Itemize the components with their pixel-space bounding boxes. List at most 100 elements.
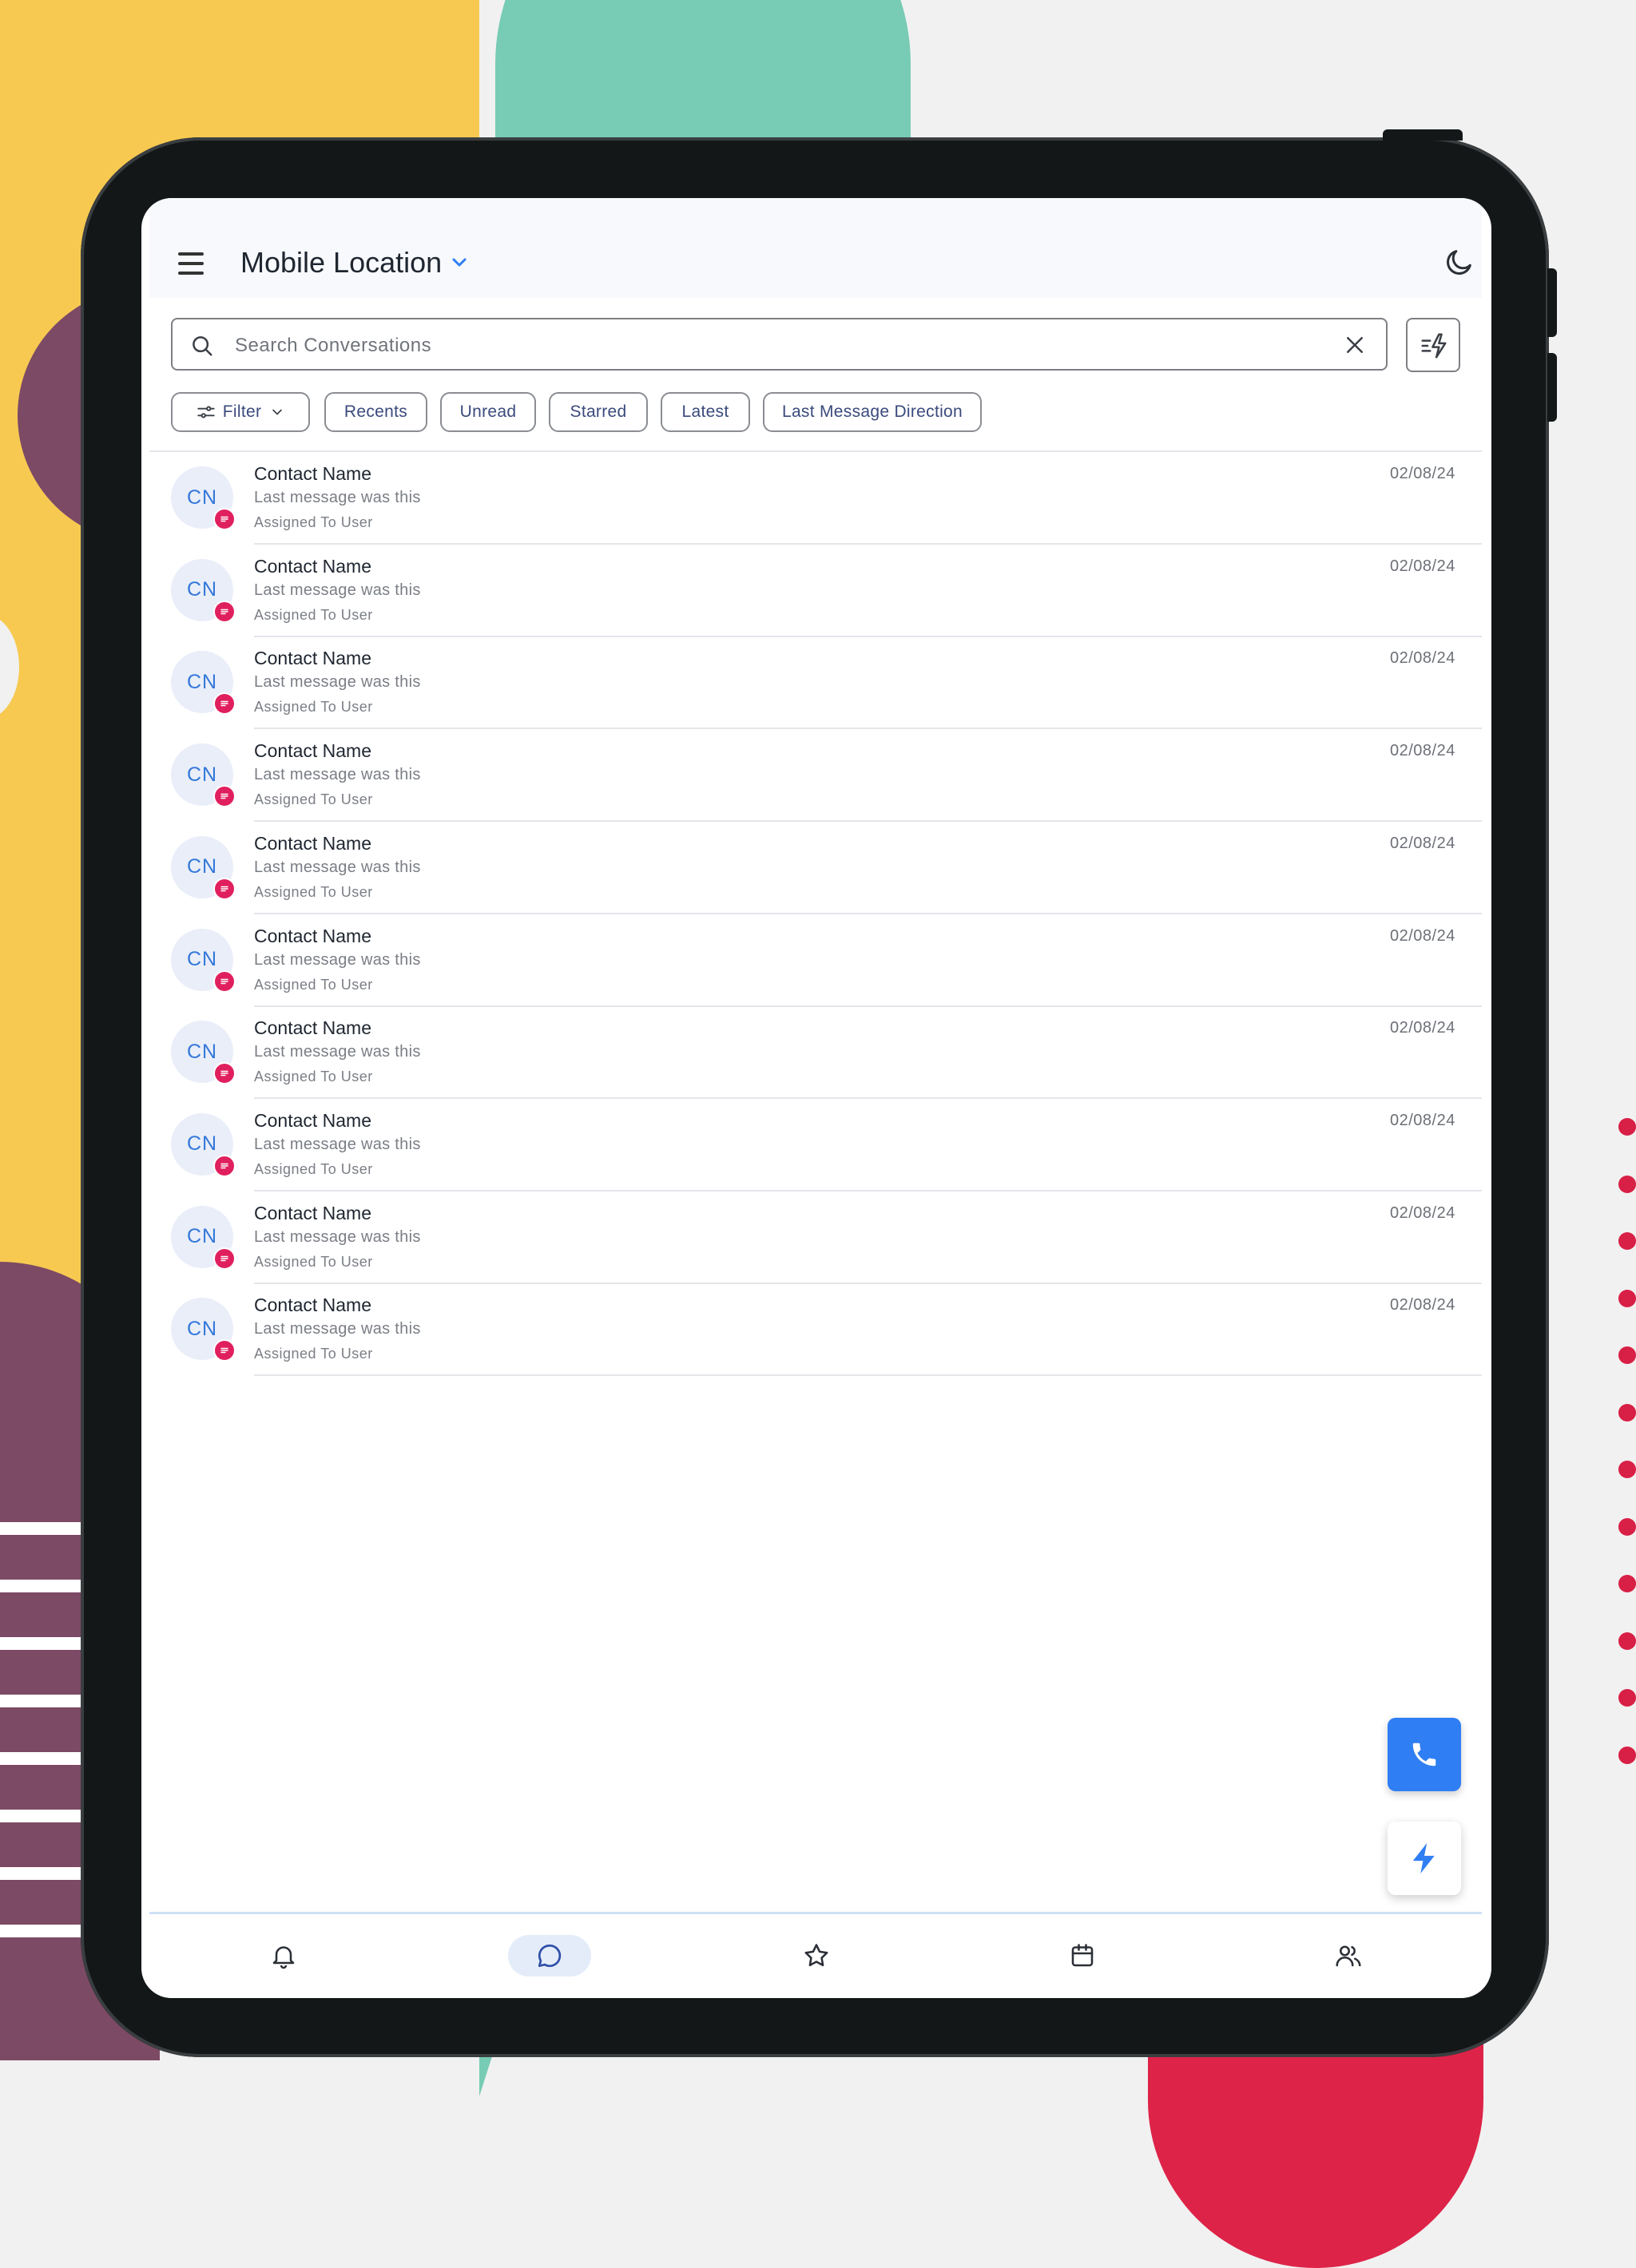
message-icon xyxy=(213,1247,236,1270)
chat-icon xyxy=(538,1944,562,1968)
quick-actions-button[interactable] xyxy=(1406,318,1460,372)
conversation-row[interactable]: CN Contact Name Last message was this Assig… xyxy=(141,729,1491,823)
background-dot xyxy=(1618,1118,1636,1136)
close-icon[interactable] xyxy=(1343,333,1367,357)
conversation-row[interactable]: CN Contact Name Last message was this Assig… xyxy=(141,1191,1491,1284)
conversation-row[interactable]: CN Contact Name Last message was this Assig… xyxy=(141,636,1491,730)
app-screen: Mobile Location Search Conversations Fil… xyxy=(141,198,1491,1998)
message-date: 02/08/24 xyxy=(1390,1203,1455,1222)
background-dot xyxy=(1618,1746,1636,1764)
chevron-down-icon xyxy=(272,409,283,415)
assigned-user: Assigned To User xyxy=(254,883,373,900)
assigned-user: Assigned To User xyxy=(254,1346,373,1362)
chip-starred[interactable]: Starred xyxy=(549,392,648,432)
nav-starred[interactable] xyxy=(775,1935,858,1977)
conversation-row[interactable]: CN Contact Name Last message was this Assig… xyxy=(141,914,1491,1007)
calendar-icon xyxy=(1071,1944,1094,1967)
star-icon xyxy=(804,1944,828,1967)
message-date: 02/08/24 xyxy=(1390,465,1455,482)
last-message: Last message was this xyxy=(254,1135,421,1153)
last-message: Last message was this xyxy=(254,581,421,599)
contact-name: Contact Name xyxy=(254,1202,372,1223)
contact-name: Contact Name xyxy=(254,925,372,946)
contact-name: Contact Name xyxy=(254,555,372,577)
message-date: 02/08/24 xyxy=(1390,649,1455,668)
assigned-user: Assigned To User xyxy=(254,791,373,808)
background-dot xyxy=(1618,1689,1636,1707)
nav-contacts[interactable] xyxy=(1307,1935,1390,1977)
chip-last-message-direction[interactable]: Last Message Direction xyxy=(763,392,982,432)
background-dot xyxy=(1618,1289,1636,1307)
assigned-user: Assigned To User xyxy=(254,976,373,993)
filter-button[interactable]: Filter xyxy=(171,392,310,432)
chip-unread[interactable]: Unread xyxy=(440,392,536,432)
message-icon xyxy=(213,692,236,716)
conversation-row[interactable]: CN Contact Name Last message was this Assig… xyxy=(141,822,1491,914)
assigned-user: Assigned To User xyxy=(254,1069,373,1085)
chip-latest[interactable]: Latest xyxy=(661,392,750,432)
bolt-icon xyxy=(1412,1843,1435,1873)
sliders-icon xyxy=(197,406,215,418)
conversation-row[interactable]: CN Contact Name Last message was this Assig… xyxy=(141,1283,1491,1377)
background-red-shape xyxy=(1148,2028,1483,2268)
tablet-top-button xyxy=(1383,129,1463,141)
message-date: 02/08/24 xyxy=(1390,1019,1455,1037)
contact-name: Contact Name xyxy=(254,648,372,669)
conversation-row[interactable]: CN Contact Name Last message was this Assig… xyxy=(141,452,1491,545)
users-icon xyxy=(1336,1945,1361,1967)
search-input[interactable] xyxy=(233,327,1307,364)
background-dots xyxy=(1618,1118,1636,1773)
message-icon xyxy=(213,1062,236,1085)
message-icon xyxy=(213,969,236,993)
message-icon xyxy=(213,508,236,530)
assigned-user: Assigned To User xyxy=(254,699,373,716)
moon-icon[interactable] xyxy=(1443,246,1475,278)
background-dot xyxy=(1618,1517,1636,1536)
message-icon xyxy=(213,877,236,900)
last-message: Last message was this xyxy=(254,1043,421,1061)
app-header: Mobile Location xyxy=(149,198,1482,298)
contact-name: Contact Name xyxy=(254,1295,372,1316)
contact-name: Contact Name xyxy=(254,832,372,854)
quick-action-button[interactable] xyxy=(1388,1822,1461,1895)
last-message: Last message was this xyxy=(254,673,421,692)
page-title: Mobile Location xyxy=(240,246,443,279)
nav-divider xyxy=(149,1912,1482,1914)
nav-calendar[interactable] xyxy=(1041,1935,1124,1977)
tablet-volume-down-button xyxy=(1547,353,1557,422)
message-icon xyxy=(213,600,236,623)
nav-notifications[interactable] xyxy=(242,1935,325,1977)
background-dot xyxy=(1618,1175,1636,1193)
message-icon xyxy=(213,785,236,808)
menu-icon[interactable] xyxy=(178,252,204,275)
tablet-volume-up-button xyxy=(1547,268,1557,337)
contact-name: Contact Name xyxy=(254,1017,372,1039)
contact-name: Contact Name xyxy=(254,1109,372,1131)
message-date: 02/08/24 xyxy=(1390,834,1455,852)
assigned-user: Assigned To User xyxy=(254,514,373,530)
assigned-user: Assigned To User xyxy=(254,1253,373,1270)
contact-name: Contact Name xyxy=(254,740,372,762)
assigned-user: Assigned To User xyxy=(254,1160,373,1177)
message-date: 02/08/24 xyxy=(1390,1111,1455,1129)
background-dot xyxy=(1618,1575,1636,1592)
conversation-row[interactable]: CN Contact Name Last message was this Assig… xyxy=(141,1099,1491,1191)
search-icon xyxy=(193,336,212,356)
call-button[interactable] xyxy=(1388,1718,1461,1791)
message-date: 02/08/24 xyxy=(1390,742,1455,760)
row-divider xyxy=(254,1374,1482,1377)
location-switcher[interactable]: Mobile Location xyxy=(240,246,469,280)
nav-conversations[interactable] xyxy=(508,1935,591,1977)
filter-label: Filter xyxy=(222,402,262,421)
last-message: Last message was this xyxy=(254,766,421,784)
conversation-row[interactable]: CN Contact Name Last message was this Assig… xyxy=(141,545,1491,637)
last-message: Last message was this xyxy=(254,1320,421,1338)
chevron-down-icon xyxy=(452,258,467,267)
last-message: Last message was this xyxy=(254,858,421,876)
background-dot xyxy=(1618,1232,1636,1250)
last-message: Last message was this xyxy=(254,489,421,506)
contact-name: Contact Name xyxy=(254,463,372,484)
conversation-row[interactable]: CN Contact Name Last message was this Assig… xyxy=(141,1006,1491,1100)
search-bar xyxy=(171,318,1388,371)
chip-recents[interactable]: Recents xyxy=(324,392,427,432)
